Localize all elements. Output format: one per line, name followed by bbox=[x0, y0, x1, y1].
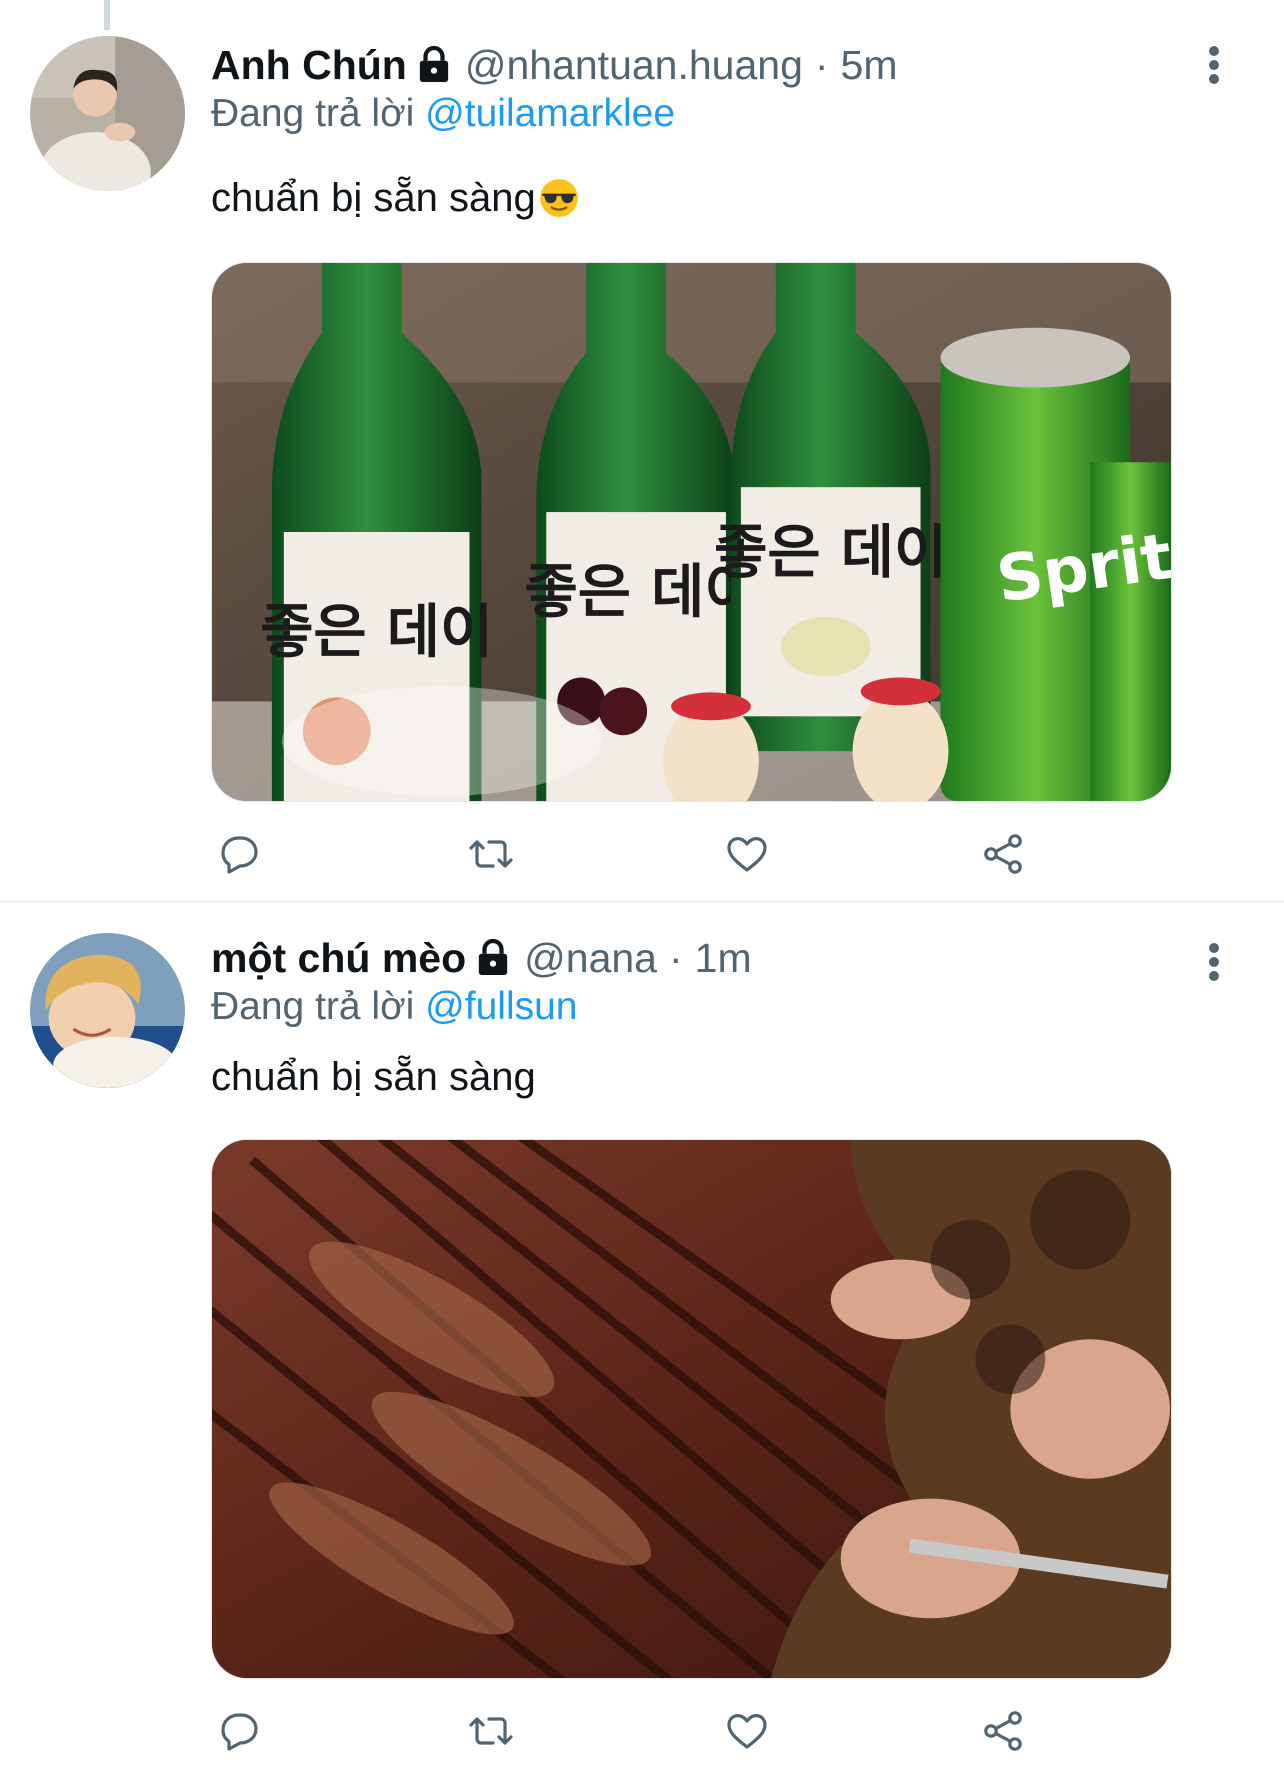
timestamp[interactable]: 1m bbox=[695, 935, 752, 982]
user-handle[interactable]: @nhantuan.huang bbox=[465, 42, 803, 89]
lock-icon bbox=[417, 45, 451, 85]
separator-dot: · bbox=[814, 41, 829, 88]
reply-button[interactable] bbox=[211, 826, 267, 882]
retweet-button[interactable] bbox=[463, 1703, 519, 1759]
like-icon bbox=[727, 837, 767, 872]
like-button[interactable] bbox=[719, 826, 775, 882]
timestamp[interactable]: 5m bbox=[841, 42, 898, 89]
reply-icon bbox=[221, 1713, 258, 1751]
replying-to: Đang trả lời @fullsun bbox=[211, 985, 578, 1029]
tweet-actions bbox=[211, 1703, 1046, 1759]
replying-to: Đang trả lời @tuilamarklee bbox=[211, 92, 675, 136]
tweet-text: chuẩn bị sẵn sàng bbox=[211, 176, 580, 221]
avatar[interactable] bbox=[30, 36, 185, 191]
sunglasses-emoji-icon bbox=[538, 177, 580, 219]
tweet-text: chuẩn bị sẵn sàng bbox=[211, 1055, 536, 1100]
bottle-label: 좋은 데이 bbox=[714, 518, 947, 586]
replying-to-handle[interactable]: @fullsun bbox=[425, 985, 577, 1028]
reply-button[interactable] bbox=[211, 1703, 267, 1759]
reply-icon bbox=[221, 836, 258, 874]
like-icon bbox=[727, 1714, 767, 1749]
retweet-button[interactable] bbox=[463, 826, 519, 882]
retweet-icon bbox=[469, 840, 513, 868]
retweet-icon bbox=[469, 1717, 513, 1745]
tweet-media-image[interactable]: 좋은 데이 좋은 데이 좋은 데이 Sprite bbox=[211, 262, 1172, 802]
replying-prefix: Đang trả lời bbox=[211, 985, 415, 1028]
like-button[interactable] bbox=[719, 1703, 775, 1759]
tweet-media-image[interactable] bbox=[211, 1139, 1172, 1679]
avatar[interactable] bbox=[30, 933, 185, 1088]
tweet-text-content: chuẩn bị sẵn sàng bbox=[211, 1055, 536, 1099]
tweet-header: một chú mèo @nana · 1m bbox=[211, 933, 752, 983]
lock-icon bbox=[476, 938, 510, 978]
display-name[interactable]: Anh Chún bbox=[211, 42, 407, 89]
more-options-icon[interactable] bbox=[1204, 40, 1224, 90]
separator-dot: · bbox=[668, 934, 683, 981]
replying-to-handle[interactable]: @tuilamarklee bbox=[425, 92, 675, 135]
tweet-text-content: chuẩn bị sẵn sàng bbox=[211, 176, 536, 220]
tweet-actions bbox=[211, 826, 1046, 882]
share-button[interactable] bbox=[975, 1703, 1031, 1759]
user-handle[interactable]: @nana bbox=[524, 935, 657, 982]
share-icon bbox=[984, 1711, 1022, 1751]
tweet[interactable]: Anh Chún @nhantuan.huang · 5m Đang trả l… bbox=[0, 0, 1284, 900]
tweet[interactable]: một chú mèo @nana · 1m Đang trả lời @ful… bbox=[0, 903, 1284, 1776]
share-icon bbox=[984, 834, 1022, 874]
more-options-icon[interactable] bbox=[1204, 937, 1224, 987]
bottle-label: 좋은 데이 bbox=[260, 598, 493, 666]
display-name[interactable]: một chú mèo bbox=[211, 935, 466, 982]
share-button[interactable] bbox=[975, 826, 1031, 882]
replying-prefix: Đang trả lời bbox=[211, 92, 415, 135]
tweet-header: Anh Chún @nhantuan.huang · 5m bbox=[211, 40, 898, 90]
